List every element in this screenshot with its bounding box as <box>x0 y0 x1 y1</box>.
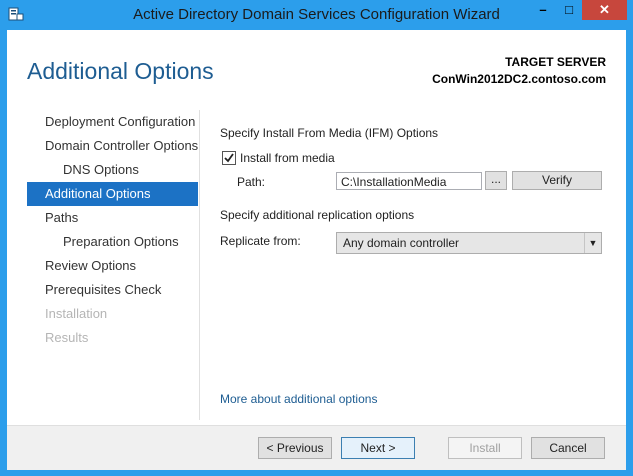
page-title: Additional Options <box>27 58 214 84</box>
install-button: Install <box>448 437 522 459</box>
verify-button[interactable]: Verify <box>512 171 602 190</box>
install-from-media-label[interactable]: Install from media <box>240 151 335 165</box>
maximize-icon: □ <box>565 2 573 17</box>
target-server-name: ConWin2012DC2.contoso.com <box>432 72 606 86</box>
replicate-from-label: Replicate from: <box>220 234 301 248</box>
nav-item-prerequisites-check[interactable]: Prerequisites Check <box>27 278 198 302</box>
previous-button[interactable]: < Previous <box>258 437 332 459</box>
close-icon: ✕ <box>599 2 610 17</box>
replicate-from-value: Any domain controller <box>343 236 460 250</box>
browse-button[interactable]: ... <box>485 171 507 190</box>
nav-item-additional-options[interactable]: Additional Options <box>27 182 198 206</box>
title-bar[interactable]: Active Directory Domain Services Configu… <box>0 0 633 30</box>
nav-item-review-options[interactable]: Review Options <box>27 254 198 278</box>
install-from-media-checkbox[interactable] <box>222 151 236 165</box>
wizard-client-area: Additional Options TARGET SERVER ConWin2… <box>7 30 626 470</box>
wizard-window: Active Directory Domain Services Configu… <box>0 0 633 476</box>
path-label: Path: <box>237 175 266 189</box>
nav-item-results: Results <box>45 330 89 345</box>
nav-divider <box>199 110 200 420</box>
replication-heading: Specify additional replication options <box>220 208 415 222</box>
close-button[interactable]: ✕ <box>582 0 627 20</box>
path-input[interactable]: C:\InstallationMedia <box>336 172 482 190</box>
nav-item-paths[interactable]: Paths <box>27 206 198 230</box>
cancel-button[interactable]: Cancel <box>531 437 605 459</box>
ifm-heading: Specify Install From Media (IFM) Options <box>220 126 439 140</box>
replicate-from-select[interactable]: Any domain controller ▼ <box>336 232 602 254</box>
minimize-button[interactable]: – <box>530 0 556 20</box>
nav-item-domain-controller-options[interactable]: Domain Controller Options <box>27 134 198 158</box>
minimize-icon: – <box>539 2 547 17</box>
target-server-label: TARGET SERVER <box>505 55 606 69</box>
nav-item-preparation-options[interactable]: Preparation Options <box>27 230 198 254</box>
maximize-button[interactable]: □ <box>556 0 582 20</box>
nav-item-dns-options[interactable]: DNS Options <box>27 158 198 182</box>
next-button[interactable]: Next > <box>341 437 415 459</box>
nav-item-deployment-configuration[interactable]: Deployment Configuration <box>27 110 198 134</box>
chevron-down-icon: ▼ <box>584 233 601 253</box>
checkmark-icon <box>224 153 234 163</box>
nav-item-installation: Installation <box>45 306 108 321</box>
more-about-additional-options-link[interactable]: More about additional options <box>220 392 377 406</box>
wizard-footer: < Previous Next > Install Cancel <box>7 425 626 470</box>
